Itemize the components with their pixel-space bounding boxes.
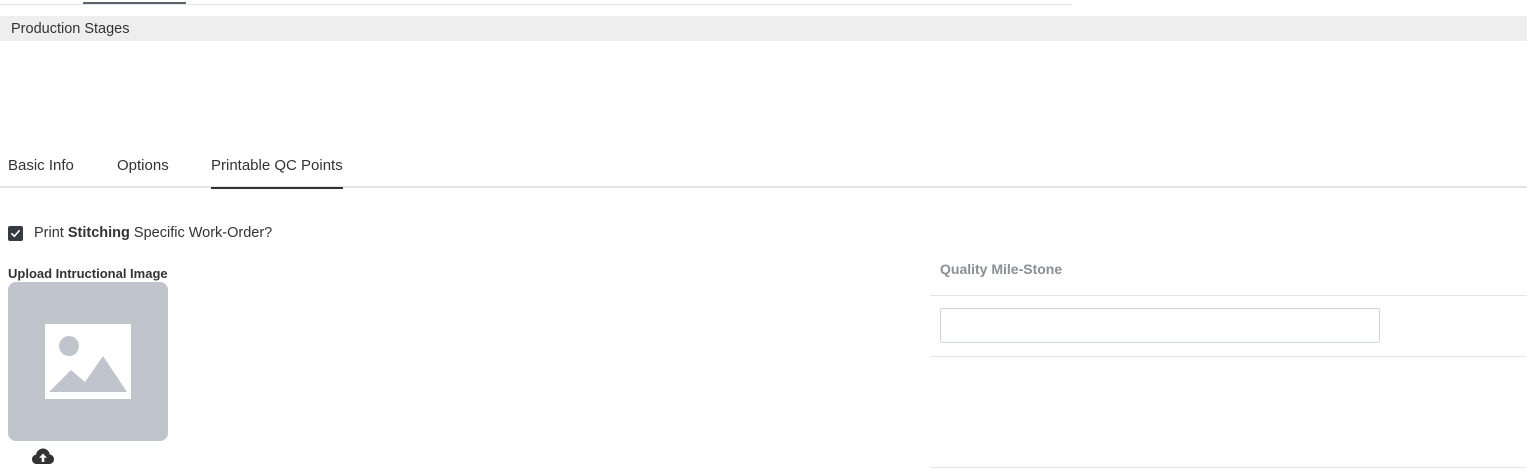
label-suffix: Specific Work-Order? [133, 225, 273, 241]
quality-milestone-table: Quality Mile-Stone [930, 250, 1527, 468]
print-work-order-checkbox[interactable] [8, 225, 23, 241]
tab-bar: Basic Info Options Printable QC Points [0, 150, 1527, 189]
tab-printable-qc-points[interactable]: Printable QC Points [211, 157, 343, 189]
top-tab-active-indicator [83, 2, 186, 4]
check-icon [11, 229, 20, 237]
table-bottom-border [930, 467, 1527, 468]
upload-image-label: Upload Intructional Image [8, 266, 168, 281]
table-row [930, 296, 1527, 357]
quality-milestone-header: Quality Mile-Stone [930, 250, 1527, 296]
label-prefix: Print [34, 225, 64, 241]
cloud-upload-icon[interactable] [31, 446, 55, 466]
tab-basic-info[interactable]: Basic Info [8, 157, 74, 188]
top-tab-divider [0, 4, 1072, 5]
instructional-image-placeholder[interactable] [8, 282, 168, 441]
image-icon [45, 324, 131, 399]
quality-milestone-input[interactable] [940, 308, 1380, 343]
print-work-order-label: Print Stitching Specific Work-Order? [34, 225, 272, 241]
label-stage-name: Stitching [67, 225, 130, 241]
print-work-order-option: Print Stitching Specific Work-Order? [8, 225, 272, 241]
section-title: Production Stages [0, 16, 1527, 41]
tab-options[interactable]: Options [117, 157, 169, 188]
